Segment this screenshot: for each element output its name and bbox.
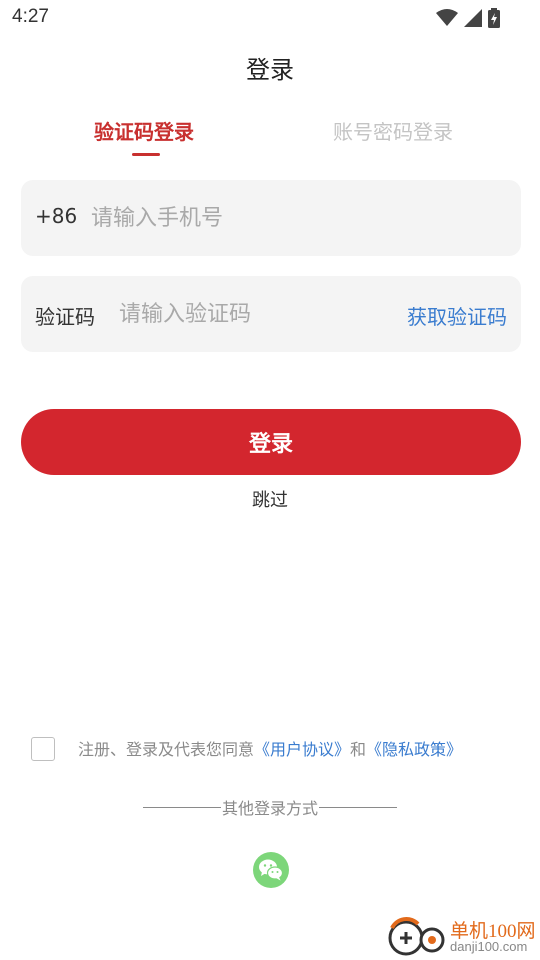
watermark-logo-icon — [388, 917, 445, 956]
status-time: 4:27 — [12, 6, 49, 27]
code-input[interactable] — [119, 294, 389, 334]
agreement-prefix: 注册、登录及代表您同意 — [78, 740, 255, 759]
privacy-policy-link[interactable]: 《隐私政策》 — [366, 740, 462, 759]
divider-line-right — [319, 806, 397, 808]
phone-input[interactable] — [91, 198, 491, 238]
divider-line-left — [142, 806, 221, 808]
status-bar: 4:27 — [0, 0, 540, 36]
agreement-checkbox[interactable] — [31, 737, 55, 761]
wifi-icon — [436, 9, 458, 26]
tab-password-login[interactable]: 账号密码登录 — [333, 116, 453, 145]
agreement-row: 注册、登录及代表您同意《用户协议》和《隐私政策》 — [31, 736, 521, 766]
tab-sms-login[interactable]: 验证码登录 — [94, 116, 194, 145]
get-code-button[interactable]: 获取验证码 — [407, 301, 507, 330]
battery-icon — [488, 8, 500, 28]
other-login-divider: 其他登录方式 — [0, 795, 540, 819]
agreement-text: 注册、登录及代表您同意《用户协议》和《隐私政策》 — [78, 736, 462, 760]
wechat-icon — [259, 859, 284, 881]
agreement-and: 和 — [350, 740, 367, 759]
active-tab-indicator — [132, 153, 160, 156]
page-title: 登录 — [246, 56, 294, 84]
phone-field: +86 — [21, 180, 521, 256]
country-code[interactable]: +86 — [35, 204, 77, 228]
login-tabs: 验证码登录 账号密码登录 — [0, 116, 540, 160]
user-agreement-link[interactable]: 《用户协议》 — [254, 740, 350, 759]
wechat-login-button[interactable] — [253, 852, 289, 888]
watermark-subtext: danji100.com — [450, 939, 528, 954]
status-icons — [436, 8, 500, 28]
login-button[interactable]: 登录 — [21, 409, 521, 475]
other-login-label: 其他登录方式 — [221, 799, 318, 818]
signal-icon — [464, 9, 482, 27]
skip-link[interactable]: 跳过 — [0, 486, 540, 512]
code-field: 验证码 获取验证码 — [21, 276, 521, 352]
code-label: 验证码 — [35, 305, 95, 329]
watermark: 单机100网 danji100.com — [388, 916, 538, 958]
